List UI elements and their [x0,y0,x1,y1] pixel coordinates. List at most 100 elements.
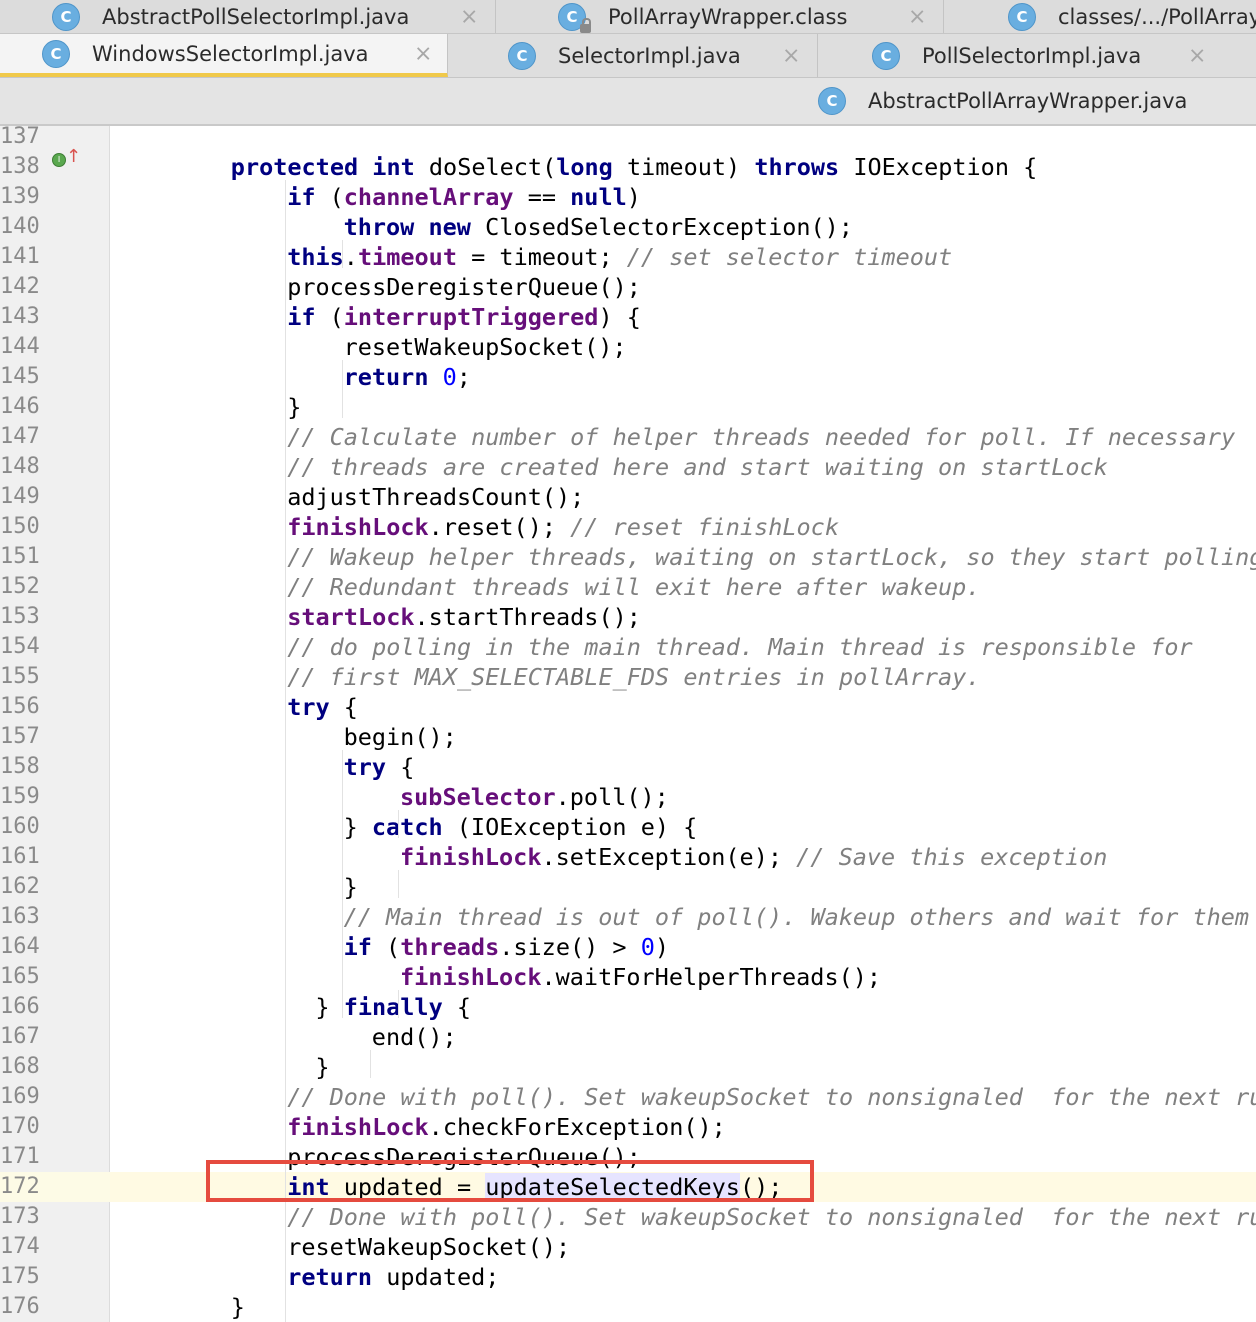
tab-abstract-poll-array-wrapper[interactable]: C AbstractPollArrayWrapper.java [818,78,1256,124]
tab-label: SelectorImpl.java [558,43,741,68]
code-line[interactable]: } [344,872,358,902]
code-line[interactable]: if (threads.size() > 0) [344,932,669,962]
code-token: } [315,993,344,1021]
code-line[interactable]: subSelector.poll(); [400,782,669,812]
code-line[interactable]: // first MAX_SELECTABLE_FDS entries in p… [287,662,980,692]
code-line[interactable]: try { [287,692,358,722]
close-tab-icon[interactable]: × [782,43,800,68]
indent-guide [398,870,399,898]
tab-label: AbstractPollArrayWrapper.java [868,89,1188,113]
code-token: // first MAX_SELECTABLE_FDS entries in p… [287,663,981,691]
code-token: adjustThreadsCount(); [287,483,585,511]
class-icon: C [818,87,846,115]
code-line[interactable]: protected int doSelect(long timeout) thr… [231,152,1037,182]
code-line[interactable]: if (channelArray == null) [287,182,641,212]
tab-abstract-poll-selector-impl[interactable]: C AbstractPollSelectorImpl.java × [0,0,496,33]
code-token: // Done with poll(). Set wakeupSocket to… [287,1203,1256,1231]
code-line[interactable]: // threads are created here and start wa… [287,452,1108,482]
code-token: ) [654,933,670,961]
code-token: // Wakeup helper threads, waiting on sta… [287,543,1256,571]
line-number: 139 [0,184,40,209]
line-number: 148 [0,454,40,479]
line-number: 158 [0,754,40,779]
line-number: 166 [0,994,40,1019]
code-line[interactable]: processDeregisterQueue(); [287,272,641,302]
code-line[interactable]: resetWakeupSocket(); [344,332,627,362]
code-token: finishLock [287,513,429,541]
line-number-gutter[interactable]: 137 138 139 140 141 142 143 144 145 146 147 148 149 1… [0,124,110,1322]
code-line[interactable]: finishLock.waitForHelperThreads(); [400,962,881,992]
code-line[interactable]: // Calculate number of helper threads ne… [287,422,1235,452]
close-tab-icon[interactable]: × [908,4,926,29]
code-token: new [428,213,471,241]
tab-windows-selector-impl[interactable]: C WindowsSelectorImpl.java × [0,34,448,77]
indent-guide [369,1050,371,1078]
code-line[interactable]: this.timeout = timeout; // set selector … [287,242,952,272]
close-tab-icon[interactable]: × [414,41,432,66]
editor-tab-bar: C AbstractPollSelectorImpl.java × C Poll… [0,0,1256,126]
tab-label: classes/.../PollArray [1058,4,1256,29]
code-line[interactable]: // Main thread is out of poll(). Wakeup … [344,902,1249,932]
locked-class-icon: C [558,2,591,33]
code-line[interactable]: throw new ClosedSelectorException(); [344,212,853,242]
code-line[interactable]: // Wakeup helper threads, waiting on sta… [287,542,1256,572]
code-line[interactable]: try { [344,752,415,782]
tab-selector-impl[interactable]: C SelectorImpl.java × [448,34,818,77]
indent-guide [398,810,399,838]
code-line[interactable]: begin(); [344,722,457,752]
code-token: . [343,243,358,271]
tab-label: WindowsSelectorImpl.java [92,41,369,66]
code-line[interactable]: } catch (IOException e) { [344,812,698,842]
code-line[interactable]: end(); [372,1022,457,1052]
code-line[interactable]: } [315,1052,329,1082]
code-line[interactable]: return updated; [287,1262,499,1292]
code-line[interactable]: // Done with poll(). Set wakeupSocket to… [287,1202,1256,1232]
code-line[interactable]: finishLock.checkForException(); [287,1112,726,1142]
code-line[interactable]: // Done with poll(). Set wakeupSocket to… [287,1082,1256,1112]
line-number: 163 [0,904,40,929]
code-line[interactable]: } finally { [315,992,471,1022]
indent-guide [341,360,343,418]
code-token: timeout [357,243,457,271]
code-line[interactable]: adjustThreadsCount(); [287,482,584,512]
code-line[interactable]: finishLock.setException(e); // Save this… [400,842,1107,872]
tab-classes-poll-array[interactable]: C classes/.../PollArray [944,0,1256,33]
code-token: return [287,1263,373,1291]
code-token: .poll(); [555,783,669,811]
tab-poll-array-wrapper-class[interactable]: C PollArrayWrapper.class × [496,0,944,33]
tab-poll-selector-impl[interactable]: C PollSelectorImpl.java × [818,34,1256,77]
close-tab-icon[interactable]: × [460,4,478,29]
code-line[interactable]: startLock.startThreads(); [287,602,641,632]
code-token: subSelector [400,783,556,811]
code-line[interactable]: } [231,1292,245,1322]
code-line[interactable]: resetWakeupSocket(); [287,1232,570,1262]
code-token: 0 [442,363,457,391]
implementation-marker-icon[interactable]: I [52,153,66,167]
code-area[interactable]: protected int doSelect(long timeout) thr… [110,126,1256,1322]
code-line[interactable]: } [287,392,301,422]
code-token: resetWakeupSocket(); [287,1233,571,1261]
code-token: finishLock [400,843,542,871]
code-token: finishLock [287,1113,429,1141]
line-number: 147 [0,424,40,449]
line-number: 141 [0,244,40,269]
class-icon: C [42,39,70,68]
close-tab-icon[interactable]: × [1188,43,1206,68]
code-token: == [513,183,571,211]
line-number: 165 [0,964,40,989]
line-number: 172 [0,1174,40,1199]
code-line[interactable]: return 0; [344,362,471,392]
highlight-box [206,1160,814,1202]
code-token: = timeout; [456,243,627,271]
code-line[interactable]: if (interruptTriggered) { [287,302,641,332]
code-editor[interactable]: 137 138 139 140 141 142 143 144 145 146 147 148 149 1… [0,124,1256,1322]
code-line[interactable]: // Redundant threads will exit here afte… [287,572,980,602]
code-token: ClosedSelectorException(); [470,213,853,241]
code-token: channelArray [343,183,514,211]
line-number: 155 [0,664,40,689]
code-token: } [230,1293,245,1321]
override-arrow-icon[interactable]: ↑ [66,148,81,166]
code-token: } [343,873,358,901]
code-line[interactable]: finishLock.reset(); // reset finishLock [287,512,839,542]
code-line[interactable]: // do polling in the main thread. Main t… [287,632,1192,662]
